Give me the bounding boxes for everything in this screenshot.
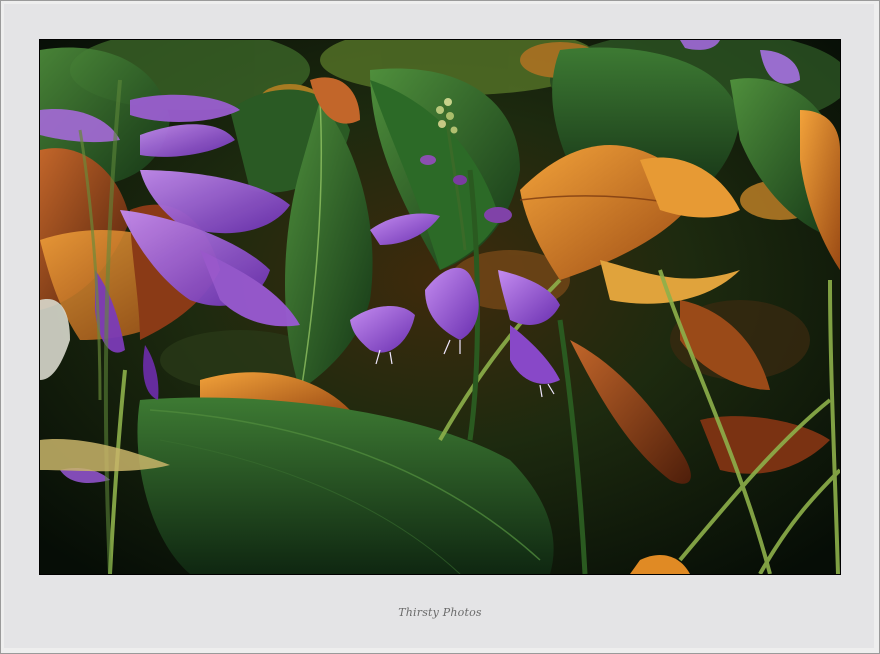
photo-credit: Thirsty Photos — [398, 606, 482, 619]
photo-illustration — [40, 40, 840, 574]
photo — [39, 39, 841, 575]
